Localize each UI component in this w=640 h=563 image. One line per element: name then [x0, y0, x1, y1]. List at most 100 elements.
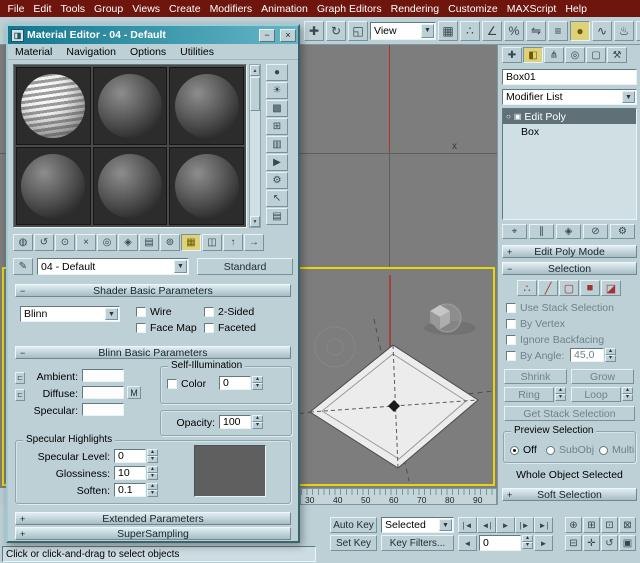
opacity-spinner[interactable]: ▴ ▾	[252, 415, 263, 429]
checkbox[interactable]	[167, 379, 177, 389]
go-to-parent-icon[interactable]: ↑	[223, 234, 243, 251]
menu-graph-editors[interactable]: Graph Editors	[312, 3, 386, 15]
manipulate-icon[interactable]: ▦	[438, 21, 458, 41]
scale-icon[interactable]: ◱	[348, 21, 368, 41]
diffuse-color-swatch[interactable]	[82, 386, 124, 399]
lock-ambient-diffuse-icon[interactable]: ⊏	[15, 372, 25, 384]
sample-scrollbar[interactable]: ▲ ▼	[249, 64, 261, 228]
face-map-checkbox[interactable]: Face Map	[136, 322, 197, 334]
modify-tab-icon[interactable]: ◧	[523, 47, 543, 63]
arc-rotate-icon[interactable]: ↺	[601, 535, 618, 551]
rollout-shader-basic[interactable]: − Shader Basic Parameters	[15, 284, 291, 297]
soften-spinner[interactable]: ▴ ▾	[147, 483, 158, 497]
checkbox[interactable]	[506, 303, 516, 313]
get-stack-selection-button[interactable]: Get Stack Selection	[504, 406, 635, 421]
menu-tools[interactable]: Tools	[56, 3, 90, 15]
menu-maxscript[interactable]: MAXScript	[502, 3, 561, 15]
put-to-library-icon[interactable]: ▤	[139, 234, 159, 251]
by-angle-field[interactable]: 45,0	[570, 348, 604, 362]
menu-utilities[interactable]: Utilities	[173, 46, 221, 58]
sample-slot[interactable]	[169, 67, 244, 145]
maximize-viewport-icon[interactable]: ▣	[619, 535, 636, 551]
chevron-down-icon[interactable]: ▼	[105, 308, 118, 320]
radio[interactable]	[546, 446, 555, 455]
play-icon[interactable]: ►	[496, 517, 515, 533]
next-key-icon[interactable]: |►	[515, 517, 534, 533]
timeline-ruler[interactable]: 30 40 50 60 70 80 90	[300, 488, 497, 505]
spinner-down-icon[interactable]: ▾	[555, 394, 566, 401]
menu-modifiers[interactable]: Modifiers	[205, 3, 257, 15]
self-illum-color-checkbox[interactable]: Color	[167, 378, 206, 390]
modifier-stack[interactable]: ○ ▣ Edit Poly Box	[502, 108, 637, 220]
faceted-checkbox[interactable]: Faceted	[204, 322, 256, 334]
soften-field[interactable]: 0.1	[114, 483, 146, 497]
spinner-up-icon[interactable]: ▴	[147, 449, 158, 456]
checkbox[interactable]	[506, 335, 516, 345]
rollout-edit-poly-mode[interactable]: + Edit Poly Mode	[502, 245, 637, 258]
show-end-result-icon[interactable]: ◫	[202, 234, 222, 251]
spinner-down-icon[interactable]: ▾	[252, 383, 263, 390]
selection-set-dropdown[interactable]: Selected ▼	[381, 517, 454, 533]
edge-mode-icon[interactable]: ╱	[538, 280, 558, 296]
spinner-up-icon[interactable]: ▴	[522, 535, 533, 542]
preview-subobj-radio[interactable]: SubObj	[546, 444, 594, 456]
zoom-all-icon[interactable]: ⊞	[583, 517, 600, 533]
rollout-blinn-basic[interactable]: − Blinn Basic Parameters	[15, 346, 291, 359]
glossiness-field[interactable]: 10	[114, 466, 146, 480]
motion-tab-icon[interactable]: ◎	[565, 47, 585, 63]
make-unique-icon[interactable]: ◈	[118, 234, 138, 251]
sample-slot[interactable]	[169, 147, 244, 225]
material-type-button[interactable]: Standard	[197, 258, 293, 275]
set-key-button[interactable]: Set Key	[330, 535, 377, 551]
menu-file[interactable]: File	[3, 3, 29, 15]
menu-views[interactable]: Views	[128, 3, 165, 15]
pan-icon[interactable]: ✛	[583, 535, 600, 551]
frame-spinner[interactable]: ▴ ▾	[522, 535, 533, 549]
background-icon[interactable]: ▩	[266, 100, 288, 117]
spinner-down-icon[interactable]: ▾	[147, 456, 158, 463]
menu-customize[interactable]: Customize	[444, 3, 503, 15]
checkbox[interactable]	[136, 323, 146, 333]
select-by-material-icon[interactable]: ↖	[266, 190, 288, 207]
put-to-scene-icon[interactable]: ↺	[34, 234, 54, 251]
loop-spinner[interactable]: ▴ ▾	[622, 387, 633, 401]
percent-snap-icon[interactable]: %	[504, 21, 524, 41]
snap-toggle-icon[interactable]: ∴	[460, 21, 480, 41]
auto-key-button[interactable]: Auto Key	[330, 517, 377, 533]
go-forward-icon[interactable]: →	[244, 234, 264, 251]
scroll-thumb[interactable]	[250, 77, 260, 111]
angle-snap-icon[interactable]: ∠	[482, 21, 502, 41]
show-map-in-viewport-icon[interactable]: ▦	[181, 234, 201, 251]
specular-color-swatch[interactable]	[82, 403, 124, 416]
element-mode-icon[interactable]: ◪	[601, 280, 621, 296]
menu-material[interactable]: Material	[8, 46, 59, 58]
make-unique-icon[interactable]: ◈	[556, 224, 581, 239]
align-icon[interactable]: ≡	[548, 21, 568, 41]
by-vertex-checkbox[interactable]: By Vertex	[506, 318, 565, 330]
minimize-icon[interactable]: −	[259, 29, 275, 42]
shader-type-dropdown[interactable]: Blinn ▼	[20, 306, 120, 322]
checkbox[interactable]	[506, 351, 516, 361]
chevron-down-icon[interactable]: ▼	[622, 91, 635, 103]
render-setup-icon[interactable]: ♨	[614, 21, 634, 41]
glossiness-spinner[interactable]: ▴ ▾	[147, 466, 158, 480]
polygon-mode-icon[interactable]: ■	[580, 280, 600, 296]
specular-level-spinner[interactable]: ▴ ▾	[147, 449, 158, 463]
border-mode-icon[interactable]: ▢	[559, 280, 579, 296]
loop-button[interactable]: Loop	[571, 387, 621, 402]
pin-stack-icon[interactable]: ⌖	[502, 224, 527, 239]
sample-tiling-icon[interactable]: ⊞	[266, 118, 288, 135]
mirror-icon[interactable]: ⇋	[526, 21, 546, 41]
material-name-dropdown[interactable]: 04 - Default ▼	[37, 258, 189, 275]
spinner-down-icon[interactable]: ▾	[147, 490, 158, 497]
object-name-field[interactable]: Box01	[502, 69, 637, 85]
spinner-up-icon[interactable]: ▴	[555, 387, 566, 394]
display-tab-icon[interactable]: ▢	[586, 47, 606, 63]
video-color-check-icon[interactable]: ▥	[266, 136, 288, 153]
menu-group[interactable]: Group	[90, 3, 128, 15]
radio[interactable]	[599, 446, 608, 455]
preview-off-radio[interactable]: Off	[510, 444, 537, 456]
options-icon[interactable]: ⚙	[266, 172, 288, 189]
spinner-down-icon[interactable]: ▾	[147, 473, 158, 480]
bulb-icon[interactable]: ○	[506, 112, 511, 121]
